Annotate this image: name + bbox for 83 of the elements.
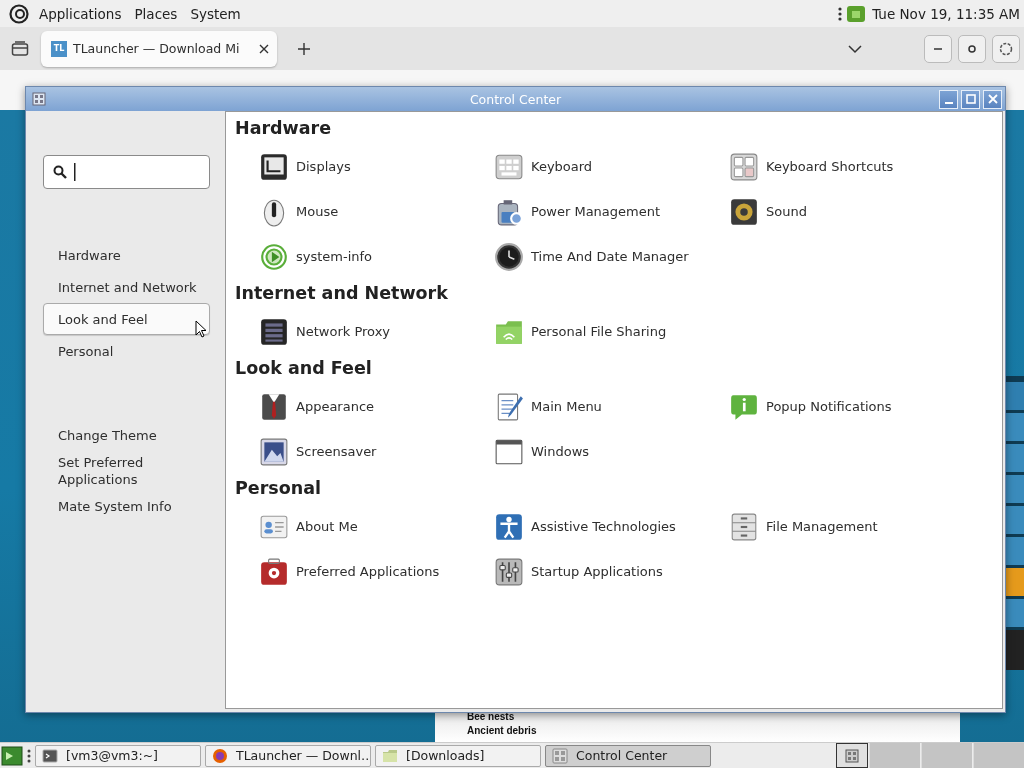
- framed-picture-icon: [259, 436, 289, 467]
- search-icon: [53, 165, 67, 179]
- window-menu-icon[interactable]: [32, 92, 46, 106]
- minimize-icon: [933, 47, 943, 50]
- handle-icon[interactable]: [838, 5, 843, 22]
- section-heading: Personal: [235, 478, 323, 500]
- new-tab-icon[interactable]: [297, 41, 311, 56]
- section-heading: Internet and Network: [235, 283, 449, 305]
- task-link[interactable]: Mate System Info: [58, 498, 178, 515]
- globe-icon: [212, 747, 228, 764]
- logo-icon[interactable]: [9, 3, 29, 24]
- sidebar-item[interactable]: Look and Feel: [43, 303, 210, 335]
- terminal-icon: [42, 747, 58, 764]
- launcher-item[interactable]: Keyboard Shortcuts: [729, 144, 964, 189]
- close-icon: [999, 41, 1013, 56]
- task-link[interactable]: Set Preferred Applications: [58, 454, 178, 488]
- window-title: Control Center: [469, 91, 562, 107]
- sidebar-item[interactable]: Internet and Network: [43, 271, 210, 303]
- sidebar-item[interactable]: Hardware: [43, 239, 210, 271]
- taskbar-button[interactable]: TLauncher — Downl…: [205, 744, 371, 767]
- info-icon: [259, 241, 289, 272]
- panel-menu[interactable]: Places: [130, 5, 187, 22]
- section-heading: Hardware: [235, 118, 333, 140]
- launcher-item[interactable]: Main Menu: [494, 384, 729, 429]
- toolbox-icon: [259, 556, 289, 587]
- window-thumbnail-icon: [845, 748, 859, 763]
- launcher-item[interactable]: Personal File Sharing: [494, 309, 729, 354]
- launcher-item[interactable]: Preferred Applications: [259, 549, 494, 594]
- close-icon[interactable]: [259, 43, 269, 54]
- panel-menu[interactable]: System: [186, 5, 250, 22]
- maximize-icon: [967, 43, 977, 54]
- tab-list-icon[interactable]: [11, 40, 29, 57]
- maximize-button[interactable]: [958, 34, 986, 63]
- keys-icon: [729, 151, 759, 182]
- handle-icon[interactable]: [27, 747, 31, 764]
- chevron-down-icon[interactable]: [848, 43, 862, 54]
- launcher-item[interactable]: File Management: [729, 504, 964, 549]
- taskbar-button[interactable]: [Downloads]: [375, 744, 541, 767]
- launcher-item[interactable]: Startup Applications: [494, 549, 729, 594]
- launcher-item[interactable]: Assistive Technologies: [494, 504, 729, 549]
- folder-icon: [382, 747, 398, 764]
- sliders-icon: [494, 556, 524, 587]
- clock[interactable]: Tue Nov 19, 11:35 AM: [872, 5, 1020, 22]
- mouse-cursor: [195, 320, 207, 338]
- launcher-item[interactable]: Sound: [729, 189, 964, 234]
- launcher-item[interactable]: Appearance: [259, 384, 494, 429]
- close-icon: [987, 94, 998, 104]
- browser-tab[interactable]: TL TLauncher — Download Mi: [41, 30, 277, 67]
- page-text: Ancient debris: [467, 724, 538, 738]
- launcher-item[interactable]: Keyboard: [494, 144, 729, 189]
- minimize-icon: [943, 102, 954, 104]
- launcher-item[interactable]: Power Management: [494, 189, 729, 234]
- tab-title: TLauncher — Download Mi: [73, 41, 241, 56]
- show-desktop-icon[interactable]: [1, 745, 23, 766]
- launcher-item[interactable]: Time And Date Manager: [494, 234, 729, 279]
- accessibility-icon: [494, 511, 524, 542]
- maximize-icon: [965, 94, 976, 104]
- monitor-icon: [259, 151, 289, 182]
- launcher-item[interactable]: Displays: [259, 144, 494, 189]
- launcher-item[interactable]: Screensaver: [259, 429, 494, 474]
- control-panel-icon: [552, 747, 568, 764]
- cabinet-icon: [729, 511, 759, 542]
- taskbar-button[interactable]: [vm3@vm3:~]: [35, 744, 201, 767]
- favicon: TL: [51, 40, 67, 57]
- launcher-item[interactable]: Network Proxy: [259, 309, 494, 354]
- launcher-item[interactable]: About Me: [259, 504, 494, 549]
- server-icon: [259, 316, 289, 347]
- panel-menu[interactable]: Applications: [35, 5, 131, 22]
- search-field[interactable]: [43, 155, 210, 189]
- workspace-cell[interactable]: [836, 743, 868, 768]
- close-button[interactable]: [992, 34, 1020, 63]
- clock-icon: [494, 241, 524, 272]
- text-cursor: [74, 163, 76, 181]
- launcher-item[interactable]: Mouse: [259, 189, 494, 234]
- launcher-item[interactable]: Windows: [494, 429, 729, 474]
- task-link[interactable]: Change Theme: [58, 427, 178, 444]
- sidebar-item[interactable]: Personal: [43, 335, 210, 367]
- suit-icon: [259, 391, 289, 422]
- launcher-item[interactable]: Popup Notifications: [729, 384, 964, 429]
- taskbar-button[interactable]: Control Center: [545, 744, 711, 767]
- speaker-icon: [729, 196, 759, 227]
- section-heading: Look and Feel: [235, 358, 373, 380]
- launcher-item[interactable]: system-info: [259, 234, 494, 279]
